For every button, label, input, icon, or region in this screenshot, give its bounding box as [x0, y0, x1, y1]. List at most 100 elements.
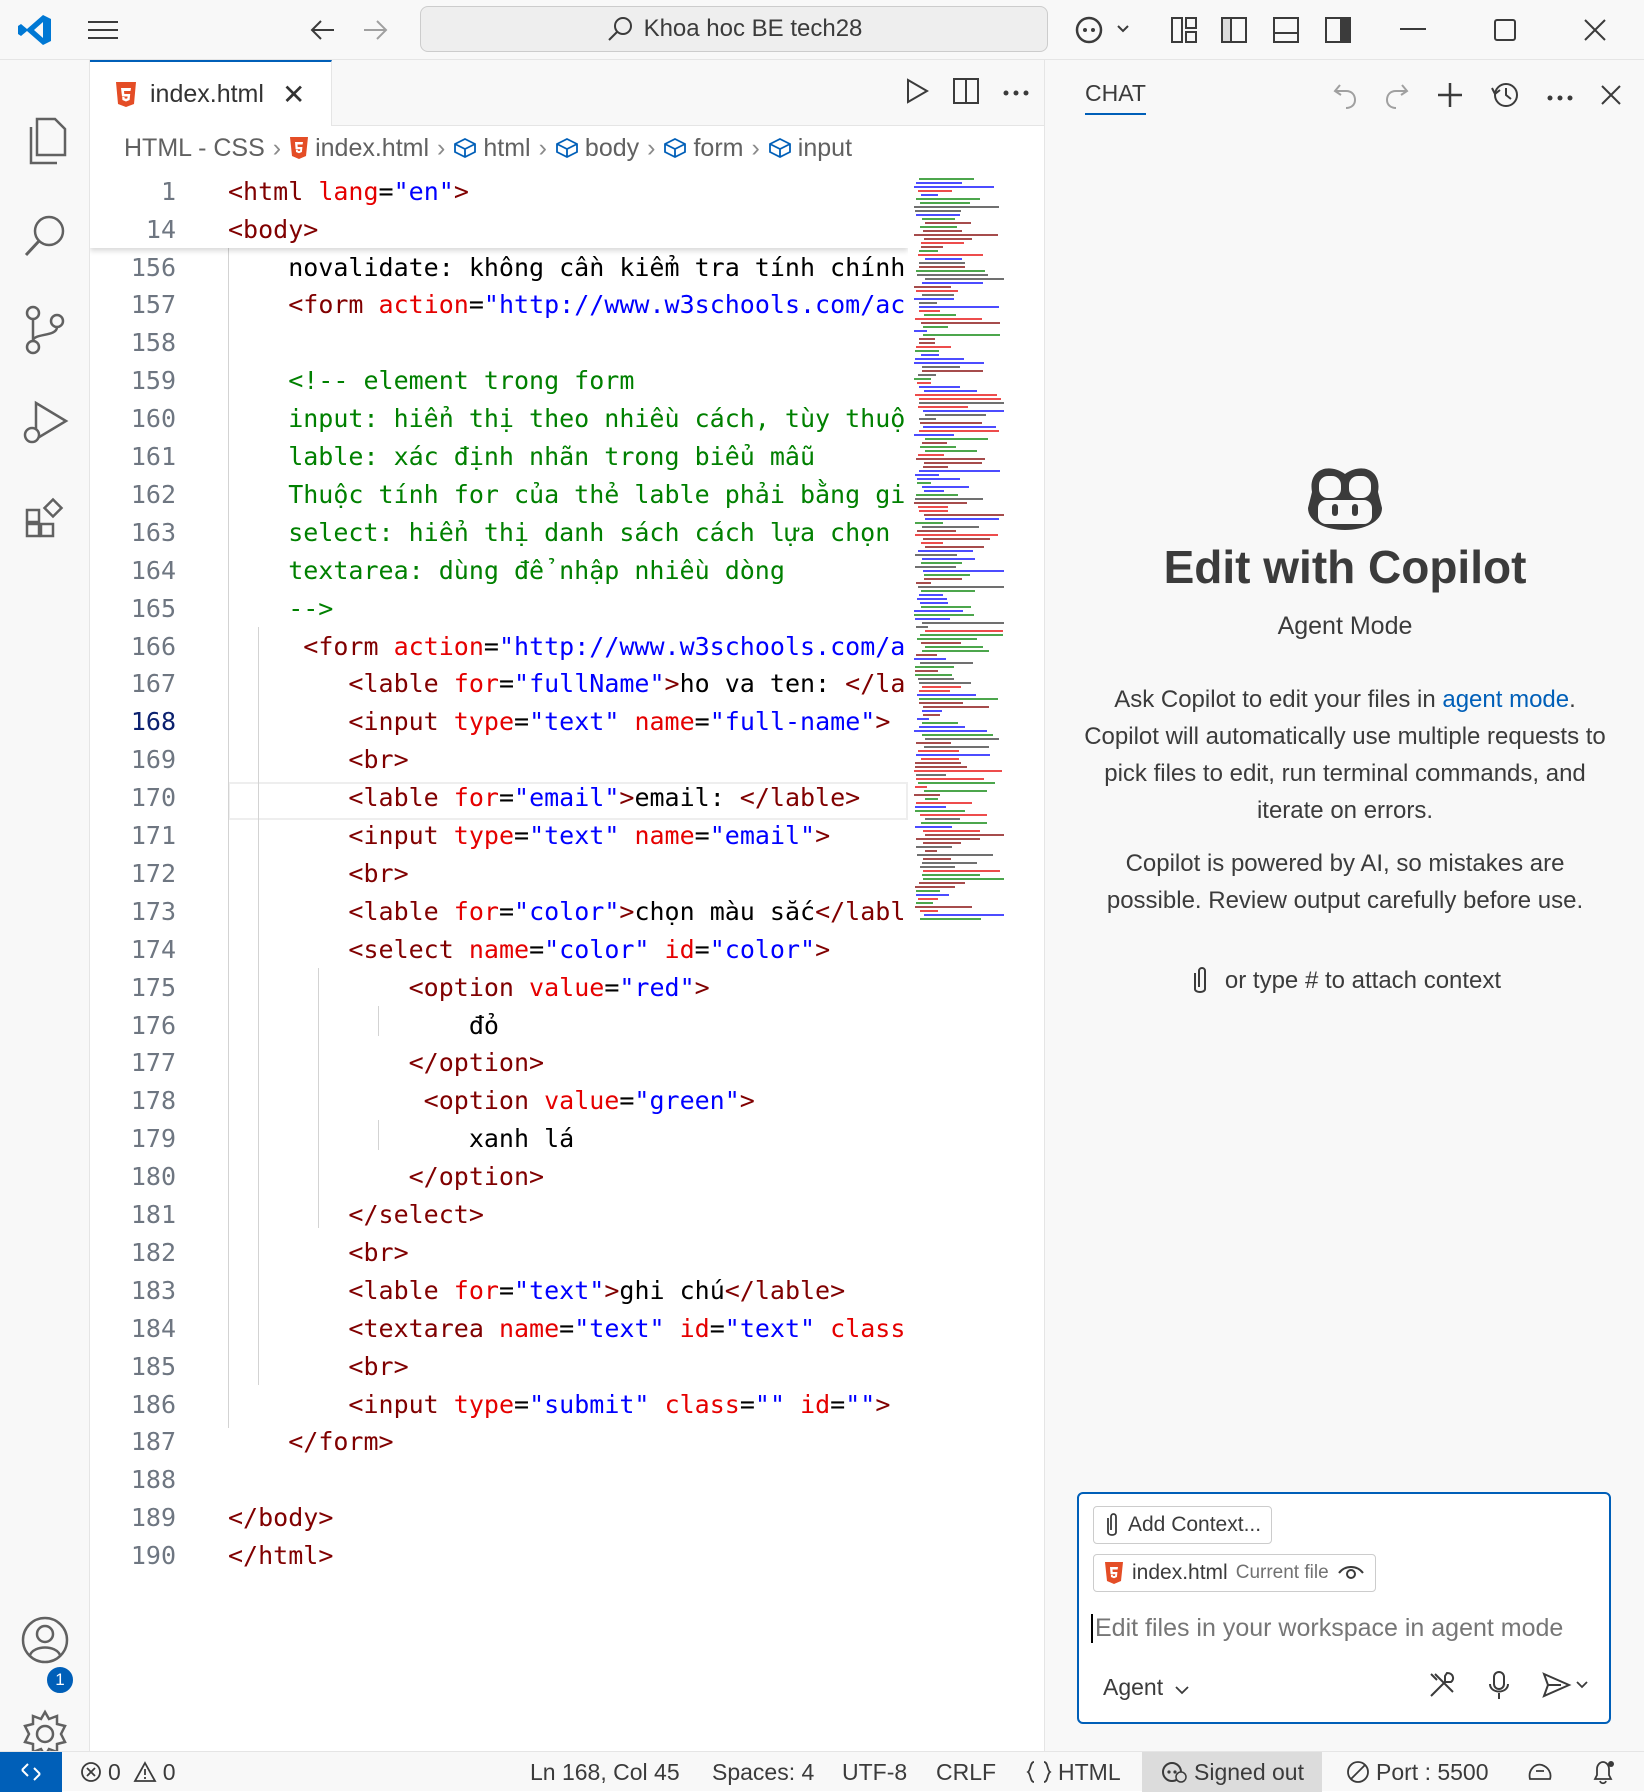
copilot-status[interactable]: Signed out	[1142, 1752, 1322, 1792]
code-line[interactable]: 163 select: hiển thị danh sách cách lựa …	[90, 513, 908, 551]
copilot-menu-icon[interactable]	[1070, 8, 1136, 52]
cursor-position[interactable]: Ln 168, Col 45	[530, 1752, 680, 1792]
code-line[interactable]: 187 </form>	[90, 1423, 908, 1461]
code-line[interactable]: 183 <lable for="text">ghi chú</lable>	[90, 1271, 908, 1309]
minimap-line	[920, 866, 955, 868]
toggle-panel-icon[interactable]	[1266, 8, 1306, 52]
back-arrow-icon[interactable]	[302, 8, 342, 52]
code-line[interactable]: 166 <form action="http://www.w3schools.c…	[90, 627, 908, 665]
search-view-icon[interactable]	[15, 206, 75, 266]
code-line[interactable]: 176 đỏ	[90, 1006, 908, 1044]
code-line[interactable]: 180 </option>	[90, 1158, 908, 1196]
code-line[interactable]: 162 Thuộc tính for của thẻ lable phải bằ…	[90, 475, 908, 513]
language-mode[interactable]: HTML	[1026, 1752, 1121, 1792]
close-tab-icon[interactable]: ✕	[282, 78, 305, 111]
agent-mode-link[interactable]: agent mode	[1442, 686, 1569, 713]
tools-icon[interactable]	[1427, 1670, 1457, 1705]
chat-input-field[interactable]: Edit files in your workspace in agent mo…	[1091, 1614, 1563, 1643]
minimize-icon[interactable]	[1390, 8, 1436, 52]
more-actions-icon[interactable]	[1002, 84, 1030, 102]
code-line[interactable]: 179 xanh lá	[90, 1120, 908, 1158]
remote-indicator[interactable]	[0, 1752, 62, 1792]
redo-icon[interactable]	[1384, 81, 1410, 114]
code-line[interactable]: 172 <br>	[90, 854, 908, 892]
minimap[interactable]	[908, 172, 1014, 1652]
tab-chat[interactable]: CHAT	[1085, 80, 1146, 115]
code-line[interactable]: 164 textarea: dùng để nhập nhiều dòng	[90, 551, 908, 589]
add-context-button[interactable]: Add Context...	[1093, 1506, 1273, 1544]
sticky-line[interactable]: 1 <html lang="en">	[90, 172, 908, 210]
code-line[interactable]: 170 <lable for="email">email: </lable>	[90, 779, 908, 817]
split-editor-icon[interactable]	[952, 77, 980, 110]
code-line[interactable]: 189 </body>	[90, 1499, 908, 1537]
new-chat-plus-icon[interactable]	[1436, 81, 1464, 114]
code-line[interactable]: 160 input: hiển thị theo nhiều cách, tùy…	[90, 400, 908, 438]
sticky-line[interactable]: 14 <body>	[90, 210, 908, 248]
close-panel-icon[interactable]	[1600, 84, 1622, 111]
microphone-icon[interactable]	[1487, 1670, 1511, 1705]
menu-icon[interactable]	[80, 8, 126, 52]
eye-icon[interactable]	[1337, 1563, 1365, 1583]
code-line[interactable]: 158	[90, 324, 908, 362]
code-line[interactable]: 173 <lable for="color">chọn màu sắc</lab…	[90, 892, 908, 930]
history-icon[interactable]	[1490, 80, 1520, 115]
more-actions-icon[interactable]	[1546, 89, 1574, 107]
source-control-icon[interactable]	[15, 300, 75, 360]
feedback-icon[interactable]	[1526, 1752, 1554, 1792]
maximize-icon[interactable]	[1482, 8, 1528, 52]
code-editor[interactable]: 1 <html lang="en"> 14 <body> 156 novalidate…	[90, 172, 908, 1652]
code-line[interactable]: 169 <br>	[90, 741, 908, 779]
code-line[interactable]: 190 </html>	[90, 1537, 908, 1575]
code-line[interactable]: 171 <input type="text" name="email">	[90, 817, 908, 855]
code-line[interactable]: 186 <input type="submit" class="" id="">	[90, 1385, 908, 1423]
code-line[interactable]: 185 <br>	[90, 1347, 908, 1385]
run-icon[interactable]	[904, 77, 930, 110]
code-line[interactable]: 178 <option value="green">	[90, 1082, 908, 1120]
code-line[interactable]: 181 </select>	[90, 1196, 908, 1234]
code-line[interactable]: 188	[90, 1461, 908, 1499]
code-line[interactable]: 165 -->	[90, 589, 908, 627]
forward-arrow-icon[interactable]	[356, 8, 396, 52]
code-line[interactable]: 157 <form action="http://www.w3schools.c…	[90, 286, 908, 324]
live-server-port[interactable]: Port : 5500	[1346, 1752, 1489, 1792]
code-line[interactable]: 168 <input type="text" name="full-name">	[90, 703, 908, 741]
code-line[interactable]: 175 <option value="red">	[90, 968, 908, 1006]
accounts-icon[interactable]	[15, 1610, 75, 1670]
breadcrumb-item[interactable]: html	[453, 134, 531, 163]
encoding[interactable]: UTF-8	[842, 1752, 907, 1792]
breadcrumb-item[interactable]: input	[768, 134, 852, 163]
code-line[interactable]: 177 </option>	[90, 1044, 908, 1082]
run-debug-icon[interactable]	[15, 394, 75, 454]
code-line[interactable]: 156 novalidate: không cần kiểm tra tính …	[90, 248, 908, 286]
command-center-search[interactable]: Khoa hoc BE tech28	[420, 6, 1048, 52]
minimap-line	[925, 450, 977, 452]
notifications-bell-icon[interactable]	[1590, 1752, 1616, 1792]
breadcrumb-item[interactable]: body	[555, 134, 639, 163]
code-line[interactable]: 182 <br>	[90, 1233, 908, 1271]
agent-mode-selector[interactable]: Agent	[1103, 1674, 1190, 1701]
explorer-icon[interactable]	[15, 112, 75, 172]
toggle-secondary-sidebar-icon[interactable]	[1318, 8, 1358, 52]
code-line[interactable]: 167 <lable for="fullName">ho va ten: </l…	[90, 665, 908, 703]
end-of-line[interactable]: CRLF	[936, 1752, 996, 1792]
breadcrumb-item[interactable]: index.html	[289, 134, 429, 163]
code-line[interactable]: 161 lable: xác định nhãn trong biểu mẫu	[90, 438, 908, 476]
sticky-scroll[interactable]: 1 <html lang="en"> 14 <body>	[90, 172, 908, 248]
code-text: <lable for="color">chọn màu sắc</labl	[348, 896, 906, 926]
extensions-icon[interactable]	[15, 488, 75, 548]
close-window-icon[interactable]	[1572, 8, 1618, 52]
breadcrumb-item[interactable]: form	[663, 134, 743, 163]
line-number: 184	[130, 1313, 176, 1343]
code-line[interactable]: 184 <textarea name="text" id="text" clas…	[90, 1309, 908, 1347]
context-file-chip[interactable]: index.html Current file	[1093, 1554, 1376, 1592]
tab-index-html[interactable]: index.html ✕	[90, 60, 332, 126]
breadcrumb-item[interactable]: HTML - CSS	[124, 134, 265, 163]
customize-layout-icon[interactable]	[1164, 8, 1204, 52]
code-line[interactable]: 174 <select name="color" id="color">	[90, 930, 908, 968]
problems-indicator[interactable]: 0 0	[80, 1752, 176, 1792]
send-icon[interactable]	[1541, 1671, 1591, 1704]
indentation[interactable]: Spaces: 4	[712, 1752, 814, 1792]
toggle-primary-sidebar-icon[interactable]	[1214, 8, 1254, 52]
code-line[interactable]: 159 <!-- element trong form	[90, 362, 908, 400]
undo-icon[interactable]	[1332, 81, 1358, 114]
